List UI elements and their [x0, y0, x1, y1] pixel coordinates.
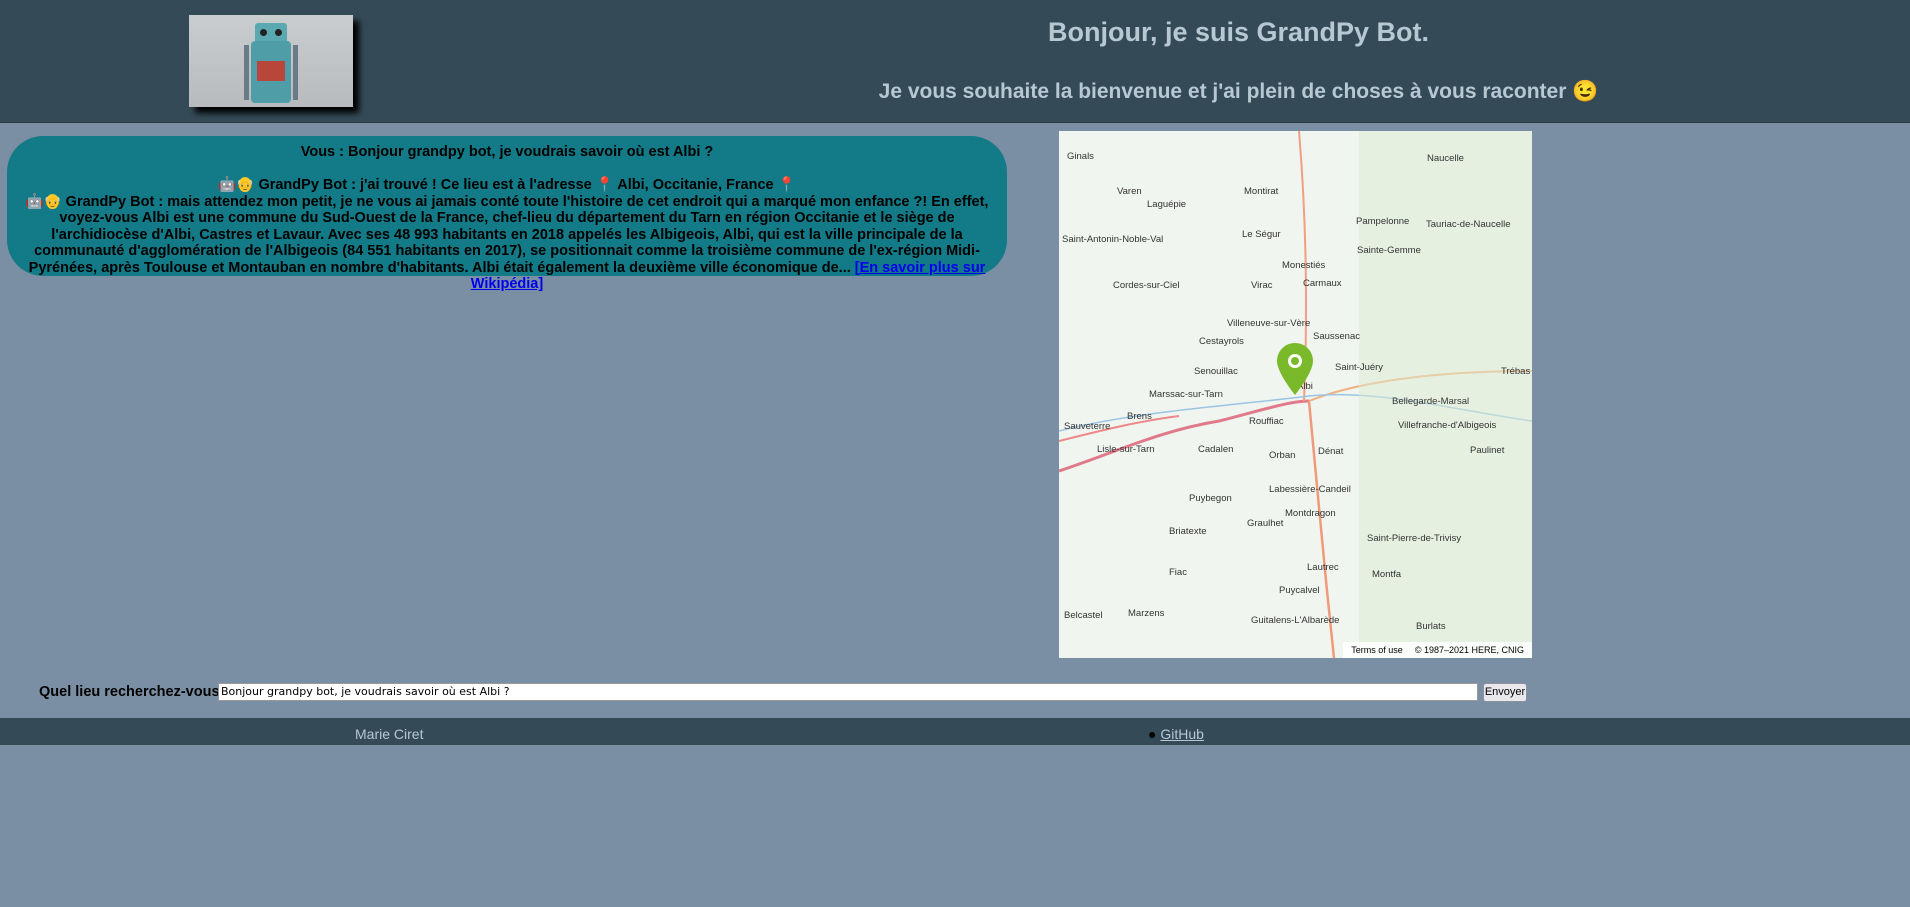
site-footer: Marie Ciret ● GitHub [0, 718, 1910, 745]
bot-story-message: 🤖👴 GrandPy Bot : mais attendez mon petit… [19, 194, 995, 293]
map-place-label: Dénat [1318, 446, 1344, 457]
user-message: Vous : Bonjour grandpy bot, je voudrais … [300, 144, 714, 160]
map-place-label: Sainte-Gemme [1357, 245, 1421, 256]
bot-address-message: 🤖👴 GrandPy Bot : j'ai trouvé ! Ce lieu e… [218, 177, 796, 193]
map-place-label: Villeneuve-sur-Vère [1227, 318, 1311, 329]
map-place-label: Cestayrols [1199, 336, 1244, 347]
map-place-label: Ginals [1067, 151, 1094, 162]
map-place-label: Cordes-sur-Ciel [1113, 280, 1180, 291]
map-place-label: Burlats [1416, 621, 1446, 632]
map-place-label: Naucelle [1427, 153, 1464, 164]
map-place-label: Guitalens-L'Albarède [1251, 615, 1340, 626]
map-place-label: Fiac [1169, 567, 1187, 578]
map-place-label: Marzens [1128, 608, 1165, 619]
map-place-label: Saint-Juéry [1335, 362, 1384, 373]
github-link[interactable]: GitHub [1160, 726, 1204, 742]
search-input[interactable]: Bonjour grandpy bot, je voudrais savoir … [218, 683, 1478, 701]
map-place-label: Montdragon [1285, 508, 1336, 519]
robot-image [189, 15, 353, 107]
map-place-label: Labessière-Candeil [1269, 484, 1351, 495]
map-copyright: © 1987–2021 HERE, CNIG [1414, 645, 1524, 655]
map-place-label: Senouillac [1194, 366, 1238, 377]
bot-story-text: 🤖👴 GrandPy Bot : mais attendez mon petit… [25, 193, 989, 276]
map-place-label: Rouffiac [1249, 416, 1284, 427]
map-place-label: Marssac-sur-Tarn [1149, 389, 1223, 400]
page-title: Bonjour, je suis GrandPy Bot. [1047, 17, 1430, 47]
map-place-label: Monestiés [1282, 260, 1326, 271]
github-icon: ● [1148, 726, 1157, 742]
github-link-wrapper: ● GitHub [1148, 726, 1204, 742]
map-place-label: Laguépie [1147, 199, 1187, 210]
map-place-label: Varen [1117, 186, 1142, 197]
map-place-label: Carmaux [1303, 278, 1342, 289]
map-place-label: Lautrec [1307, 562, 1339, 573]
map-place-label: Briatexte [1169, 526, 1207, 537]
submit-button[interactable]: Envoyer [1483, 683, 1527, 702]
map-place-label: Saussenac [1313, 331, 1361, 342]
map-place-label: Bellegarde-Marsal [1392, 396, 1470, 407]
map-place-label: Belcastel [1064, 610, 1103, 621]
map-place-label: Montirat [1244, 186, 1279, 197]
map-place-label: Tauriac-de-Naucelle [1426, 219, 1511, 230]
map-place-label: Le Ségur [1242, 229, 1281, 240]
map-place-label: Brens [1127, 411, 1152, 422]
map-place-label: Sauveterre [1064, 421, 1111, 432]
search-label: Quel lieu recherchez-vous ? [39, 684, 233, 700]
map-terms-link[interactable]: Terms of use [1351, 645, 1403, 655]
map-place-label: Villefranche-d'Albigeois [1398, 420, 1497, 431]
map-place-label: Montfa [1372, 569, 1402, 580]
site-header: Bonjour, je suis GrandPy Bot. Je vous so… [0, 0, 1910, 123]
map-marker-icon[interactable] [1277, 343, 1313, 400]
map-place-label: Orban [1269, 450, 1296, 461]
map-place-label: Virac [1251, 280, 1273, 291]
author-name: Marie Ciret [355, 726, 424, 742]
map-place-label: Saint-Antonin-Noble-Val [1062, 234, 1164, 245]
map-place-label: Trébas [1501, 366, 1531, 377]
map-place-label: Puycalvel [1279, 585, 1320, 596]
map-place-label: Paulinet [1470, 445, 1505, 456]
map-place-label: Pampelonne [1356, 216, 1410, 227]
map-place-label: Lisle-sur-Tarn [1097, 444, 1155, 455]
map-place-label: Puybegon [1189, 493, 1232, 504]
page-subtitle: Je vous souhaite la bienvenue et j'ai pl… [878, 80, 1599, 103]
map-attribution: Terms of use © 1987–2021 HERE, CNIG [1343, 642, 1532, 658]
map-place-label: Cadalen [1198, 444, 1234, 455]
map-place-label: Graulhet [1247, 518, 1284, 529]
chat-bubble: Vous : Bonjour grandpy bot, je voudrais … [7, 136, 1007, 292]
map-place-label: Saint-Pierre-de-Trivisy [1367, 533, 1462, 544]
